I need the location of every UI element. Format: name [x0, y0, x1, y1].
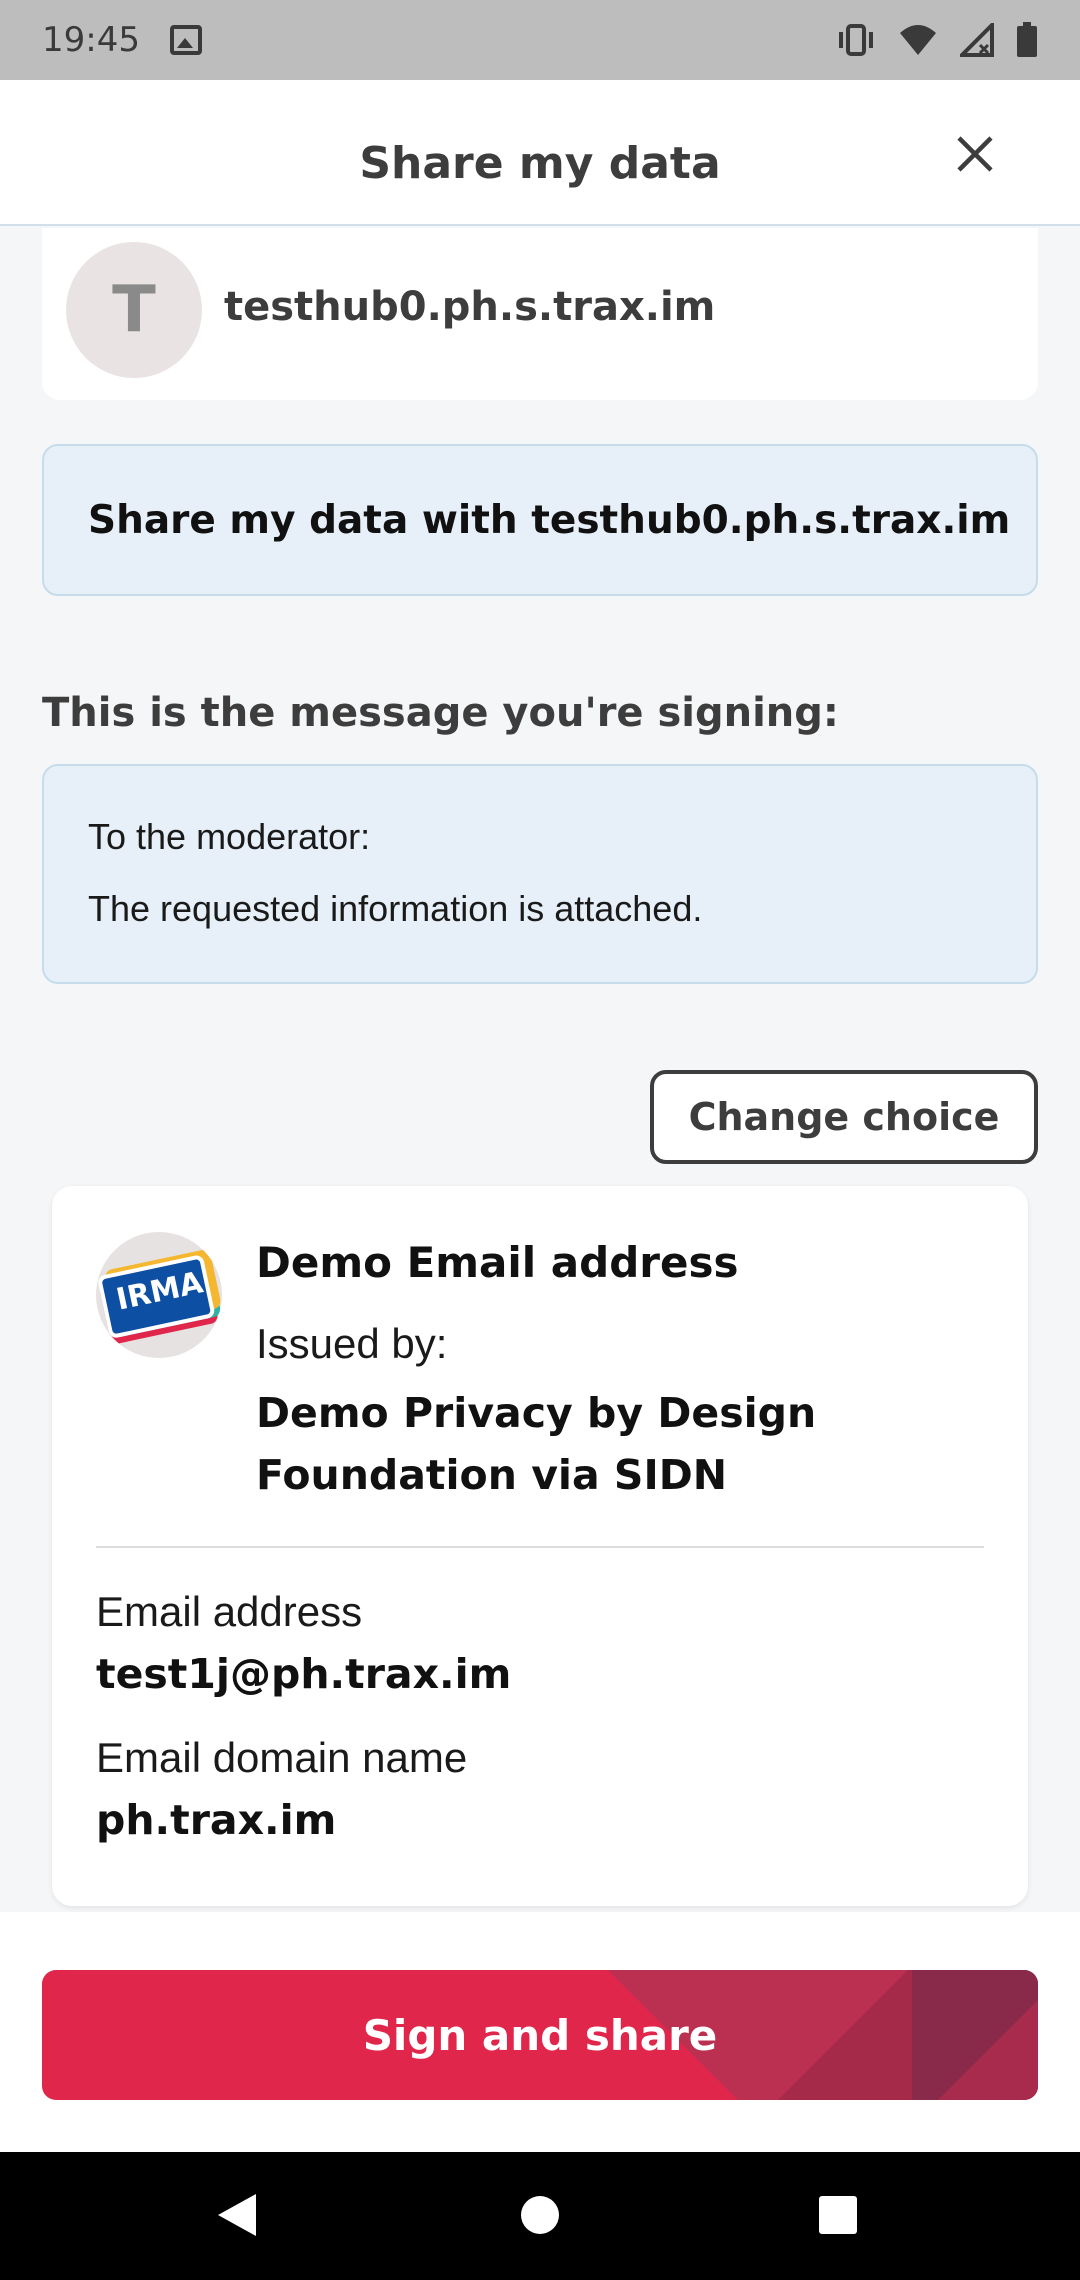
back-button[interactable] — [200, 2180, 270, 2250]
attribute-label: Email address — [96, 1588, 363, 1635]
attribute-value: ph.trax.im — [96, 1796, 337, 1844]
sign-and-share-button[interactable]: Sign and share — [42, 1970, 1038, 2100]
recents-icon — [819, 2196, 857, 2234]
issued-by-label: Issued by: — [256, 1320, 448, 1367]
gallery-icon — [169, 25, 202, 55]
credential-issuer: Demo Privacy by Design Foundation via SI… — [256, 1389, 817, 1499]
message-box: To the moderator: The requested informat… — [42, 764, 1038, 984]
credential-divider — [96, 1546, 984, 1548]
requestor-avatar: T — [66, 242, 202, 378]
status-time: 19:45 — [42, 20, 140, 60]
signing-message-label: This is the message you're signing: — [42, 690, 839, 736]
back-icon — [218, 2194, 256, 2236]
requestor-name: testhub0.ph.s.trax.im — [224, 284, 716, 330]
status-icons — [836, 22, 1038, 58]
signal-icon — [960, 23, 994, 57]
status-bar: 19:45 — [0, 0, 1080, 80]
app-header: Share my data — [0, 80, 1080, 226]
close-button[interactable] — [945, 124, 1005, 184]
message-line-2: The requested information is attached. — [88, 888, 703, 929]
recents-button[interactable] — [803, 2180, 873, 2250]
battery-icon — [1016, 22, 1038, 58]
share-info-box: Share my data with testhub0.ph.s.trax.im — [42, 444, 1038, 596]
bottom-action-bar: Sign and share — [0, 1912, 1080, 2152]
home-icon — [521, 2196, 559, 2234]
attribute-value: test1j@ph.trax.im — [96, 1650, 512, 1698]
share-text: Share my data with testhub0.ph.s.trax.im — [88, 497, 1011, 543]
system-nav-bar — [0, 2152, 1080, 2280]
page-title: Share my data — [359, 138, 721, 189]
irma-logo: IRMA — [96, 1232, 222, 1358]
credential-card: IRMA Demo Email address Issued by: Demo … — [52, 1186, 1028, 1906]
home-button[interactable] — [505, 2180, 575, 2250]
credential-title: Demo Email address — [256, 1238, 739, 1287]
sign-and-share-label: Sign and share — [362, 2010, 718, 2060]
vibrate-icon — [836, 22, 876, 58]
requestor-card: T testhub0.ph.s.trax.im — [42, 228, 1038, 400]
wifi-icon — [898, 23, 938, 57]
close-icon — [957, 136, 993, 172]
message-line-1: To the moderator: — [88, 816, 371, 857]
change-choice-button[interactable]: Change choice — [650, 1070, 1038, 1164]
attribute-label: Email domain name — [96, 1734, 468, 1781]
